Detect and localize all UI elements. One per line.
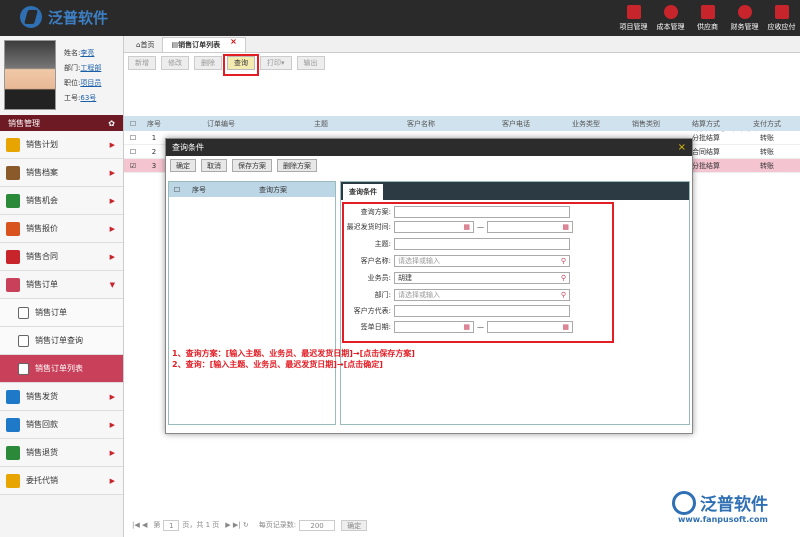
user-no[interactable]: 63号: [80, 94, 96, 102]
pie-chart-icon: [663, 4, 678, 19]
chevron-icon: ▶: [109, 448, 115, 457]
topnav-ar-ap[interactable]: 应收应付: [763, 0, 800, 36]
sidebar-item2-1[interactable]: 销售回款 ▶: [0, 411, 123, 439]
tab-order-list[interactable]: ▤ 销售订单列表 ×: [162, 37, 246, 52]
delete-button[interactable]: 删除: [194, 55, 222, 70]
menu-icon: [6, 221, 20, 236]
user-dept[interactable]: 工程部: [80, 64, 101, 72]
next-page-icon[interactable]: ▶ ▶| ↻: [225, 521, 248, 529]
menu-icon: [6, 165, 20, 180]
brand-url: www.fanpusoft.com: [678, 515, 768, 524]
cancel-button[interactable]: 取消: [201, 159, 227, 172]
instruction-notes: 1、查询方案：[输入主题、业务员、最迟发货日期]→[点击保存方案] 2、查询：[输…: [172, 349, 415, 369]
page-input[interactable]: 1: [163, 519, 180, 531]
menu-icon: [6, 445, 20, 460]
delete-scheme-button[interactable]: 删除方案: [277, 159, 317, 172]
tab-home[interactable]: ⌂ 首页: [128, 37, 162, 52]
new-button[interactable]: 新增: [128, 55, 156, 70]
chevron-icon: ▶: [109, 168, 115, 177]
go-button[interactable]: 确定: [341, 519, 368, 531]
dialog-toolbar: 确定 取消 保存方案 删除方案: [166, 156, 692, 175]
topnav-cost[interactable]: 成本管理: [652, 0, 689, 36]
chevron-icon: ▼: [109, 280, 115, 289]
sidebar-item2-0[interactable]: 销售发货 ▶: [0, 383, 123, 411]
sidebar-subitem-order-query[interactable]: 销售订单查询: [0, 327, 123, 355]
menu-icon: [6, 389, 20, 404]
brand-logo: 泛普软件: [672, 490, 768, 515]
sidebar: 姓名:李亮 部门:工程部 职位:项目员 工号:63号 销售管理 ✿ 销售计划 ▶ 销售…: [0, 36, 124, 537]
document-icon: [18, 362, 29, 375]
sidebar-item-0[interactable]: 销售计划 ▶: [0, 131, 123, 159]
dialog-header: 查询条件 ×: [166, 139, 692, 156]
print-button[interactable]: 打印 ▾: [260, 55, 292, 70]
top-nav: 项目管理 成本管理 供应商 财务管理 应收应付: [615, 0, 800, 36]
sidebar-subitem-order-list[interactable]: 销售订单列表: [0, 355, 123, 383]
chevron-icon: ▶: [109, 140, 115, 149]
scheme-list: ☐ 序号 查询方案: [168, 181, 336, 425]
close-icon[interactable]: ×: [230, 37, 237, 46]
chevron-icon: ▶: [109, 252, 115, 261]
building-icon: [626, 4, 641, 19]
clipboard-icon: [774, 4, 789, 19]
menu-icon: [6, 277, 20, 292]
export-button[interactable]: 输出: [296, 55, 325, 70]
document-icon: [18, 334, 29, 347]
chevron-icon: ▶: [109, 476, 115, 485]
chevron-icon: ▶: [109, 196, 115, 205]
sidebar-section-header: 销售管理 ✿: [0, 115, 123, 131]
grid-header: ☐ 序号 订单编号 主题 客户名称 客户电话 业务类型 销售类别 结算方式 支付…: [124, 116, 800, 131]
chevron-down-icon: ▾: [281, 58, 285, 67]
edit-button[interactable]: 修改: [161, 55, 189, 70]
logo-icon: [20, 6, 42, 28]
sidebar-item-3[interactable]: 销售报价 ▶: [0, 215, 123, 243]
menu-icon: [6, 249, 20, 264]
highlight-fields: [342, 202, 614, 343]
avatar: [4, 40, 56, 110]
supplier-icon: [700, 4, 715, 19]
menu-icon: [6, 137, 20, 152]
yen-icon: [737, 4, 752, 19]
sidebar-item-4[interactable]: 销售合同 ▶: [0, 243, 123, 271]
tab-conditions[interactable]: 查询条件: [343, 184, 383, 200]
chevron-icon: ▶: [109, 392, 115, 401]
sidebar-item-1[interactable]: 销售档案 ▶: [0, 159, 123, 187]
per-page-select[interactable]: 200: [299, 519, 336, 531]
chevron-icon: ▶: [109, 224, 115, 233]
menu-icon: [6, 417, 20, 432]
sidebar-item2-2[interactable]: 销售退货 ▶: [0, 439, 123, 467]
checkbox-all[interactable]: ☐: [124, 120, 142, 128]
checkbox-all[interactable]: ☐: [169, 186, 185, 194]
topnav-supplier[interactable]: 供应商: [689, 0, 726, 36]
gear-icon[interactable]: ✿: [108, 119, 115, 128]
user-name[interactable]: 李亮: [80, 49, 94, 57]
tab-bar: ⌂ 首页 ▤ 销售订单列表 ×: [124, 36, 800, 53]
topnav-project[interactable]: 项目管理: [615, 0, 652, 36]
user-card: 姓名:李亮 部门:工程部 职位:项目员 工号:63号: [0, 36, 123, 115]
document-icon: [18, 306, 29, 319]
sidebar-subitem-order[interactable]: 销售订单: [0, 299, 123, 327]
menu-icon: [6, 473, 20, 488]
topnav-finance[interactable]: 财务管理: [726, 0, 763, 36]
sidebar-item2-3[interactable]: 委托代销 ▶: [0, 467, 123, 495]
save-scheme-button[interactable]: 保存方案: [232, 159, 272, 172]
user-post[interactable]: 项目员: [80, 79, 101, 87]
top-bar: 泛普软件 项目管理 成本管理 供应商 财务管理 应收应付: [0, 0, 800, 36]
close-icon[interactable]: ×: [678, 142, 686, 153]
app-logo: 泛普软件: [20, 6, 108, 28]
brand-mark-icon: [672, 490, 696, 515]
first-page-icon[interactable]: |◀ ◀: [132, 521, 147, 529]
highlight-query: [223, 54, 259, 76]
sidebar-item-2[interactable]: 销售机会 ▶: [0, 187, 123, 215]
menu-icon: [6, 193, 20, 208]
chevron-icon: ▶: [109, 420, 115, 429]
ok-button[interactable]: 确定: [170, 159, 196, 172]
sidebar-item-5[interactable]: 销售订单 ▼: [0, 271, 123, 299]
